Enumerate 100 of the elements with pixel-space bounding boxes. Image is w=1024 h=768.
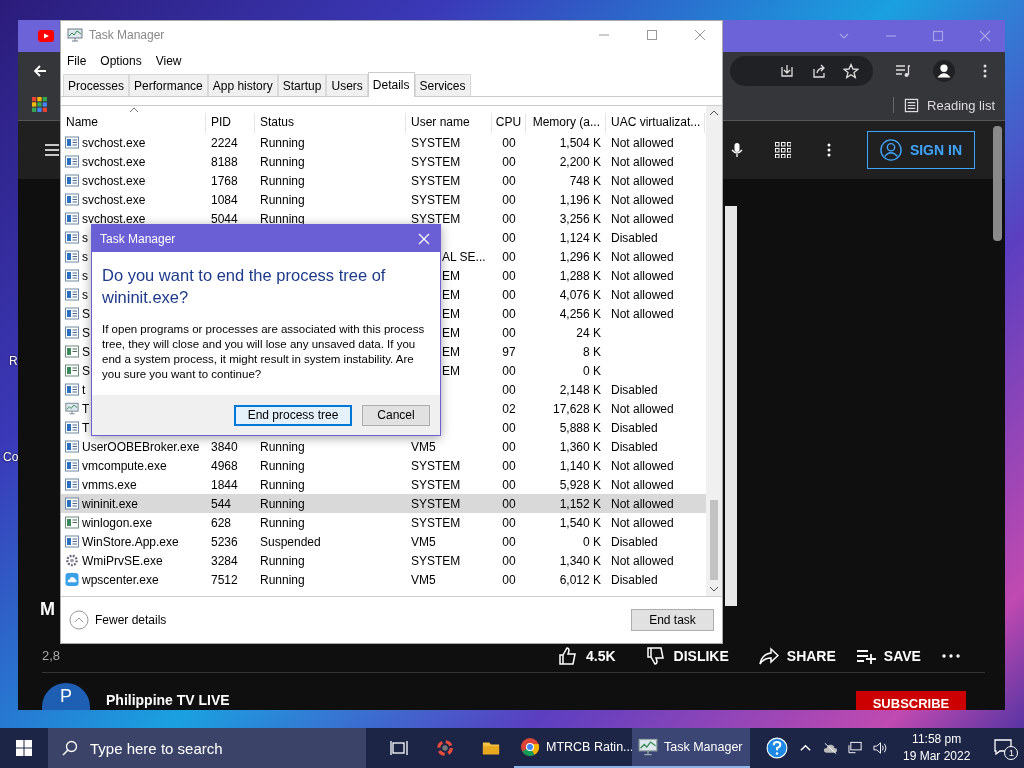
process-status: Running [260, 439, 305, 454]
process-cpu: 00 [502, 325, 516, 340]
column-header[interactable]: PID [206, 113, 255, 133]
maximize-icon[interactable] [646, 29, 658, 41]
apps-grid-icon[interactable] [774, 142, 791, 158]
process-status: Running [260, 572, 305, 587]
service-window-icon [65, 136, 79, 149]
column-header[interactable]: Status [255, 113, 406, 133]
process-pid: 8188 [211, 154, 238, 169]
channel-avatar[interactable]: P [42, 683, 90, 710]
process-cpu: 00 [502, 382, 516, 397]
apps-grid-icon[interactable] [32, 97, 48, 113]
process-memory: 4,076 K [559, 287, 601, 302]
process-user: SYSTEM [411, 553, 461, 568]
process-user: EM [442, 325, 460, 340]
process-uac: Disabled [611, 382, 658, 397]
help-icon[interactable] [766, 737, 788, 759]
dialog-button[interactable]: End process tree [234, 404, 352, 426]
menu-item[interactable]: File [67, 54, 87, 68]
tab[interactable]: Details [367, 72, 415, 97]
end-task-button[interactable]: End task [631, 609, 714, 631]
search-field[interactable]: Type here to search [48, 728, 366, 768]
clock[interactable]: 11:58 pm 19 Mar 2022 [903, 731, 971, 765]
tab[interactable]: Processes [63, 74, 130, 96]
process-memory: 1,152 K [559, 496, 601, 511]
scrollbar-thumb[interactable] [710, 500, 718, 580]
tab[interactable]: Users [326, 74, 368, 96]
menu-item[interactable]: Options [100, 54, 142, 68]
scroll-up-icon[interactable] [709, 110, 719, 116]
sign-in-button[interactable]: SIGN IN [866, 131, 975, 169]
scrollbar-thumb[interactable] [993, 126, 1002, 241]
process-user: SYSTEM [411, 154, 461, 169]
sort-caret-icon [129, 107, 139, 112]
process-user: SYSTEM [411, 135, 461, 150]
process-status: Running [260, 211, 305, 226]
notifications-icon[interactable] [994, 739, 1013, 755]
thumbs-up-icon[interactable] [558, 646, 578, 666]
process-name: svchost.exe [82, 211, 146, 226]
app-window-icon [65, 345, 79, 358]
video-site-icon[interactable] [38, 30, 54, 42]
star-icon[interactable] [843, 63, 859, 79]
share-arrow-icon [758, 646, 779, 666]
process-name: svchost.exe [82, 173, 146, 188]
service-window-icon [65, 212, 79, 225]
dialog-button[interactable]: Cancel [362, 404, 430, 426]
tab[interactable]: Services [414, 74, 471, 96]
channel-name[interactable]: Philippine TV LIVE [106, 692, 230, 708]
scroll-down-icon[interactable] [709, 586, 719, 592]
column-header[interactable]: User name [406, 113, 492, 133]
process-user: SYSTEM [411, 173, 461, 188]
chevron-up-circle-icon [69, 610, 89, 630]
process-uac: Not allowed [611, 306, 674, 321]
process-name: UserOOBEBroker.exe [82, 439, 200, 454]
media-playlist-icon[interactable] [895, 63, 911, 79]
reading-list-button[interactable]: Reading list [904, 97, 995, 113]
menu-item[interactable]: View [155, 54, 182, 68]
dialog-title: Task Manager [100, 231, 176, 246]
process-memory: 2,148 K [559, 382, 601, 397]
column-header[interactable]: Memory (a... [526, 113, 606, 133]
network-icon[interactable] [848, 741, 863, 755]
tab[interactable]: App history [207, 74, 278, 96]
column-header[interactable]: CPU [492, 113, 526, 133]
subscribe-button[interactable]: SUBSCRIBE [856, 691, 966, 710]
process-uac: Not allowed [611, 192, 674, 207]
save-button[interactable]: SAVE [855, 646, 921, 666]
windows-start-icon[interactable] [16, 740, 32, 756]
desktop-icon-label: R [9, 354, 19, 368]
process-cpu: 00 [502, 572, 516, 587]
address-bar[interactable] [730, 56, 873, 86]
close-icon[interactable] [694, 29, 706, 41]
process-memory: 1,124 K [559, 230, 601, 245]
clock-date: 19 Mar 2022 [903, 748, 971, 765]
cloud-off-icon[interactable] [823, 741, 838, 755]
scrollbar[interactable] [706, 106, 722, 596]
volume-icon[interactable] [873, 741, 888, 755]
clock-time: 11:58 pm [912, 731, 962, 748]
tab[interactable]: Performance [129, 74, 208, 96]
thumbs-down-icon[interactable] [645, 646, 666, 666]
browser-logo-icon [520, 737, 540, 757]
share-icon[interactable] [811, 63, 827, 79]
dislike-label[interactable]: DISLIKE [673, 648, 729, 664]
search-input[interactable]: Type here to search [88, 738, 342, 758]
process-name: s [82, 249, 88, 264]
process-uac: Disabled [611, 420, 658, 435]
menu-icon[interactable] [44, 142, 60, 158]
back-arrow-icon[interactable] [32, 63, 48, 79]
tab[interactable]: Startup [277, 74, 327, 96]
process-cpu: 00 [502, 363, 516, 378]
column-header[interactable]: Name [61, 113, 206, 133]
fewer-details-button[interactable]: Fewer details [69, 610, 167, 630]
process-memory: 6,012 K [559, 572, 601, 587]
process-name: T [82, 401, 90, 416]
column-header[interactable]: UAC virtualizat... [606, 113, 705, 133]
like-count[interactable]: 4.5K [586, 648, 616, 664]
share-button[interactable]: SHARE [758, 646, 836, 666]
profile-avatar-icon[interactable] [933, 60, 955, 82]
task-view-icon[interactable] [390, 739, 408, 757]
taskbar-app-button[interactable]: Task Manager [632, 728, 750, 768]
ring-app-icon[interactable] [436, 739, 454, 757]
install-icon[interactable] [779, 63, 795, 79]
